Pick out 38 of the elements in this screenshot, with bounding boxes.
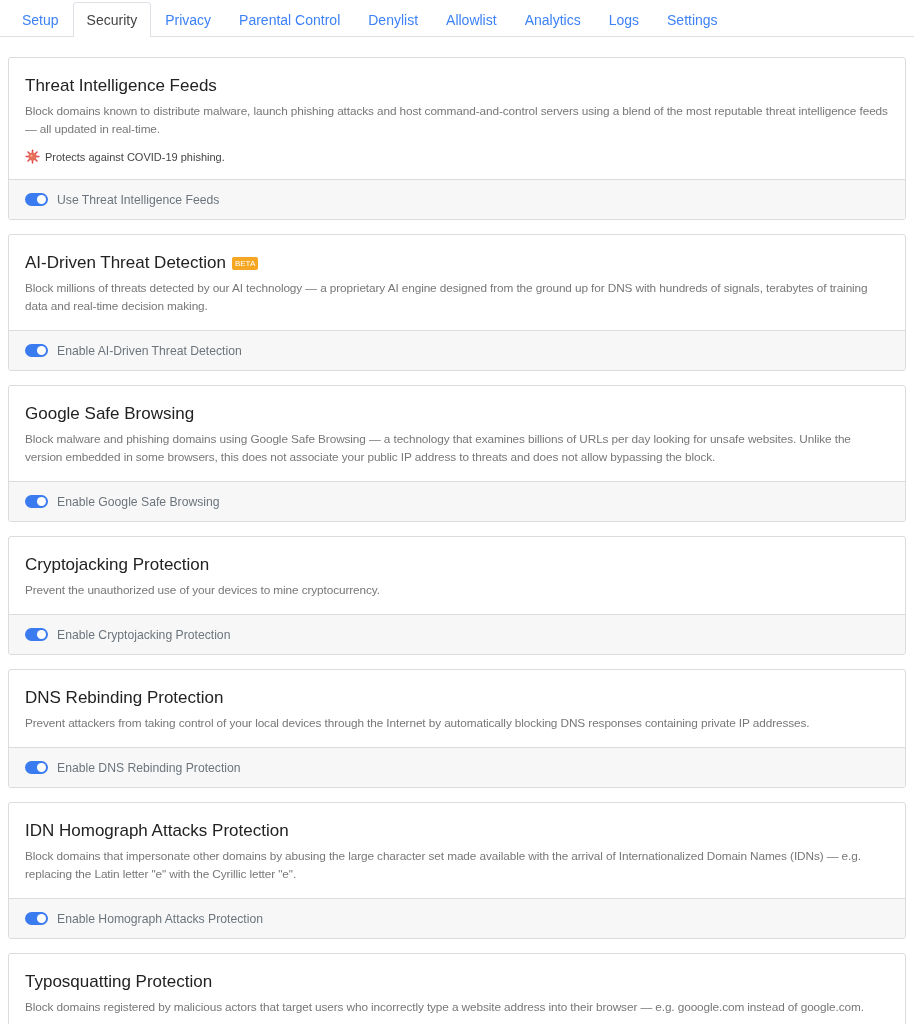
tab[interactable]: Analytics [510, 3, 595, 37]
toggle-label: Enable AI-Driven Threat Detection [57, 343, 242, 358]
card-title: Google Safe Browsing [25, 404, 195, 424]
toggle-switch[interactable] [25, 628, 48, 641]
toggle-label: Enable Homograph Attacks Protection [57, 911, 263, 926]
card-title: IDN Homograph Attacks Protection [25, 821, 289, 841]
card-description: Block domains that impersonate other domains by abusing the large character set made available with the arrival of Internationalized Domain Names (IDNs) — e.g. replacing the Latin letter "e" with the Cyrillic letter "е". [25, 848, 862, 883]
tab[interactable]: Parental Control [225, 3, 355, 37]
toggle-switch[interactable] [25, 912, 48, 925]
card-description: Prevent the unauthorized use of your devices to mine cryptocurrency. [25, 582, 381, 599]
tab[interactable]: Settings [653, 3, 732, 37]
toggle-label: Enable Cryptojacking Protection [57, 627, 231, 642]
card-title: Threat Intelligence Feeds [25, 76, 217, 96]
toggle-switch[interactable] [25, 193, 48, 206]
toggle-switch[interactable] [25, 761, 48, 774]
tab[interactable]: Denylist [354, 3, 433, 37]
toggle-label: Enable DNS Rebinding Protection [57, 760, 241, 775]
card-description: Prevent attackers from taking control of your local devices through the Internet by automatically blocking DNS responses containing private IP addresses. [25, 715, 811, 732]
tab[interactable]: Security [72, 2, 152, 37]
card-description: Block millions of threats detected by our AI technology — a proprietary AI engine designed from the ground up for DNS with hundreds of signals, terabytes of training data and real-time decision making. [25, 280, 869, 315]
toggle-label: Enable Google Safe Browsing [57, 494, 220, 509]
tab[interactable]: Allowlist [432, 3, 511, 37]
toggle-switch[interactable] [25, 344, 48, 357]
virus-icon [25, 149, 40, 164]
note-text: Protects against COVID-19 phishing. [45, 150, 225, 163]
card-title: Cryptojacking Protection [25, 555, 210, 575]
card-description: Block domains known to distribute malware, launch phishing attacks and host command-and-control servers using a blend of the most reputable threat intelligence feeds — all updated in real-time. [25, 103, 889, 138]
card-description: Block domains registered by malicious actors that target users who incorrectly type a website address into their browser — e.g. gooogle.com instead of google.com. [25, 999, 865, 1016]
toggle-label: Use Threat Intelligence Feeds [57, 192, 220, 207]
card-title: AI-Driven Threat Detection [25, 253, 226, 273]
tab[interactable]: Privacy [151, 3, 226, 37]
tab[interactable]: Setup [8, 3, 73, 37]
toggle-switch[interactable] [25, 495, 48, 508]
card-title: DNS Rebinding Protection [25, 688, 224, 708]
card-description: Block malware and phishing domains using Google Safe Browsing — a technology that examines billions of URLs per day looking for unsafe websites. Unlike the version embedded in some browsers, this does not associate your public IP address to threats and does not allow bypassing the block. [25, 431, 852, 466]
beta-badge: BETA [231, 256, 259, 270]
tab[interactable]: Logs [594, 3, 653, 37]
card-title: Typosquatting Protection [25, 972, 213, 992]
